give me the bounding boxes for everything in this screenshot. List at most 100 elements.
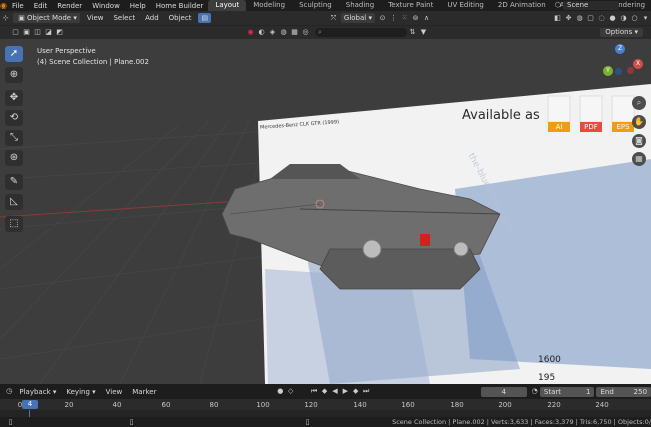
mode-selector[interactable]: ▣ Object Mode ▾: [13, 13, 80, 23]
options-button[interactable]: Options ▾: [600, 28, 643, 37]
select-invert-icon[interactable]: ◪: [44, 28, 53, 37]
transform-icon[interactable]: ⤧: [329, 14, 338, 23]
3d-viewport[interactable]: Mercedes-Benz CLK GTR (1999) Available a…: [0, 39, 651, 384]
menu-window[interactable]: Window: [87, 2, 125, 10]
select-subtract-icon[interactable]: ◫: [33, 28, 42, 37]
menu-edit[interactable]: Edit: [29, 2, 53, 10]
select-box-icon[interactable]: ▢: [11, 28, 20, 37]
sort-icon[interactable]: ⇅: [408, 28, 417, 37]
select-tool-button[interactable]: ➚: [5, 46, 23, 62]
tab-sculpting[interactable]: Sculpting: [292, 0, 339, 11]
sphere-icon[interactable]: ◐: [257, 28, 266, 37]
visibility-icon[interactable]: ◧: [553, 14, 562, 23]
timeline-menu-view[interactable]: View: [103, 387, 126, 397]
render-icon[interactable]: ◍: [279, 28, 288, 37]
mouse-right-icon: ▯: [305, 417, 310, 426]
select-extend-icon[interactable]: ▣: [22, 28, 31, 37]
menu-help[interactable]: Help: [125, 2, 151, 10]
scene-icon: ⬡: [554, 1, 561, 9]
annotate-tool-button[interactable]: ✎: [5, 174, 23, 190]
menu-select[interactable]: Select: [110, 13, 138, 23]
timeline-ruler[interactable]: 0 4 20 40 60 80 100 120 140 160 180 200 …: [0, 399, 651, 410]
menu-file[interactable]: File: [7, 2, 29, 10]
start-frame-field[interactable]: Start 1: [539, 386, 595, 397]
next-keyframe-icon[interactable]: ◆: [352, 387, 360, 396]
camera-icon[interactable]: ◈: [268, 28, 277, 37]
texture-icon[interactable]: ◎: [301, 28, 310, 37]
tab-modeling[interactable]: Modeling: [246, 0, 292, 11]
timeline-editor-icon[interactable]: ◷: [5, 387, 13, 396]
add-cube-tool-button[interactable]: ⬚: [5, 216, 23, 232]
jump-start-icon[interactable]: ⏮: [310, 387, 318, 396]
tab-texture-paint[interactable]: Texture Paint: [381, 0, 440, 11]
toggle-button[interactable]: ▤: [198, 13, 212, 23]
select-intersect-icon[interactable]: ◩: [55, 28, 64, 37]
cursor-tool-button[interactable]: ⊕: [5, 67, 23, 83]
timeline-track[interactable]: [0, 410, 651, 417]
keyframe-type-icon[interactable]: ◇: [287, 387, 295, 396]
material-shading-icon[interactable]: ◑: [619, 14, 628, 23]
falloff-icon[interactable]: ∧: [422, 14, 431, 23]
overlay-icon[interactable]: ◍: [575, 14, 584, 23]
menu-home-builder[interactable]: Home Builder: [151, 2, 209, 10]
timeline-menu-playback[interactable]: Playback ▾: [16, 387, 59, 397]
tab-2d-animation[interactable]: 2D Animation: [491, 0, 553, 11]
tab-layout[interactable]: Layout: [208, 0, 247, 11]
tab-shading[interactable]: Shading: [339, 0, 381, 11]
menu-render[interactable]: Render: [52, 2, 87, 10]
proportional-icon[interactable]: ⊚: [411, 14, 420, 23]
blender-logo-icon[interactable]: ◉: [0, 1, 7, 10]
gizmo-neg-x[interactable]: [627, 67, 634, 74]
color-wheel-icon[interactable]: ◉: [246, 28, 255, 37]
gizmo-neg-z[interactable]: [615, 68, 622, 75]
snap-icon[interactable]: ⋮: [389, 14, 398, 23]
format-ai: AI: [555, 123, 563, 131]
search-input[interactable]: ⌕: [315, 28, 407, 37]
solid-shading-icon[interactable]: ●: [608, 14, 617, 23]
scale-tool-button[interactable]: ⤡: [5, 130, 23, 146]
timeline-menu-marker[interactable]: Marker: [129, 387, 159, 397]
tick-label: 140: [353, 401, 367, 409]
rendered-shading-icon[interactable]: ○: [630, 14, 639, 23]
jump-end-icon[interactable]: ⏭: [362, 387, 370, 396]
move-tool-button[interactable]: ✥: [5, 90, 23, 106]
playhead[interactable]: 4: [22, 400, 38, 409]
ortho-toggle-button[interactable]: ▦: [632, 152, 646, 166]
zoom-button[interactable]: ⌕: [632, 96, 646, 110]
clock-icon[interactable]: ◔: [531, 387, 539, 396]
xray-icon[interactable]: ▢: [586, 14, 595, 23]
grid-icon: ▦: [635, 154, 643, 163]
play-reverse-icon[interactable]: ◀: [331, 387, 339, 396]
orientation-selector[interactable]: Global ▾: [340, 13, 375, 23]
timeline-menu-keying[interactable]: Keying ▾: [63, 387, 98, 397]
current-frame-field[interactable]: 4: [481, 386, 527, 397]
play-icon[interactable]: ▶: [341, 387, 349, 396]
measure-tool-button[interactable]: ◺: [5, 194, 23, 210]
record-icon[interactable]: ●: [276, 387, 284, 396]
end-frame-field[interactable]: End 250: [596, 386, 651, 397]
prev-keyframe-icon[interactable]: ◆: [320, 387, 328, 396]
rotate-icon: ⟲: [9, 112, 19, 123]
pivot-icon[interactable]: ⊙: [378, 14, 387, 23]
wireframe-icon[interactable]: ◌: [597, 14, 606, 23]
scene-selector[interactable]: Scene: [563, 1, 619, 10]
camera-view-button[interactable]: ◙: [632, 134, 646, 148]
editor-type-icon[interactable]: ⊹: [1, 14, 10, 23]
rotate-tool-button[interactable]: ⟲: [5, 110, 23, 126]
menu-object[interactable]: Object: [166, 13, 195, 23]
gizmo-icon[interactable]: ✥: [564, 14, 573, 23]
transform-tool-button[interactable]: ⊛: [5, 150, 23, 166]
filter-icon[interactable]: ▼: [419, 28, 428, 37]
tab-uv-editing[interactable]: UV Editing: [440, 0, 491, 11]
output-icon[interactable]: ▦: [290, 28, 299, 37]
pan-button[interactable]: ✋: [632, 115, 646, 129]
shading-options-icon[interactable]: ▾: [641, 14, 650, 23]
gizmo-z-axis[interactable]: Z: [615, 44, 625, 54]
menu-view[interactable]: View: [84, 13, 107, 23]
camera-icon: ◙: [635, 136, 643, 145]
tick-label: 180: [450, 401, 464, 409]
gizmo-y-axis[interactable]: Y: [603, 66, 613, 76]
snap-target-icon[interactable]: ⁙: [400, 14, 409, 23]
gizmo-x-axis[interactable]: X: [633, 59, 643, 69]
menu-add[interactable]: Add: [142, 13, 162, 23]
